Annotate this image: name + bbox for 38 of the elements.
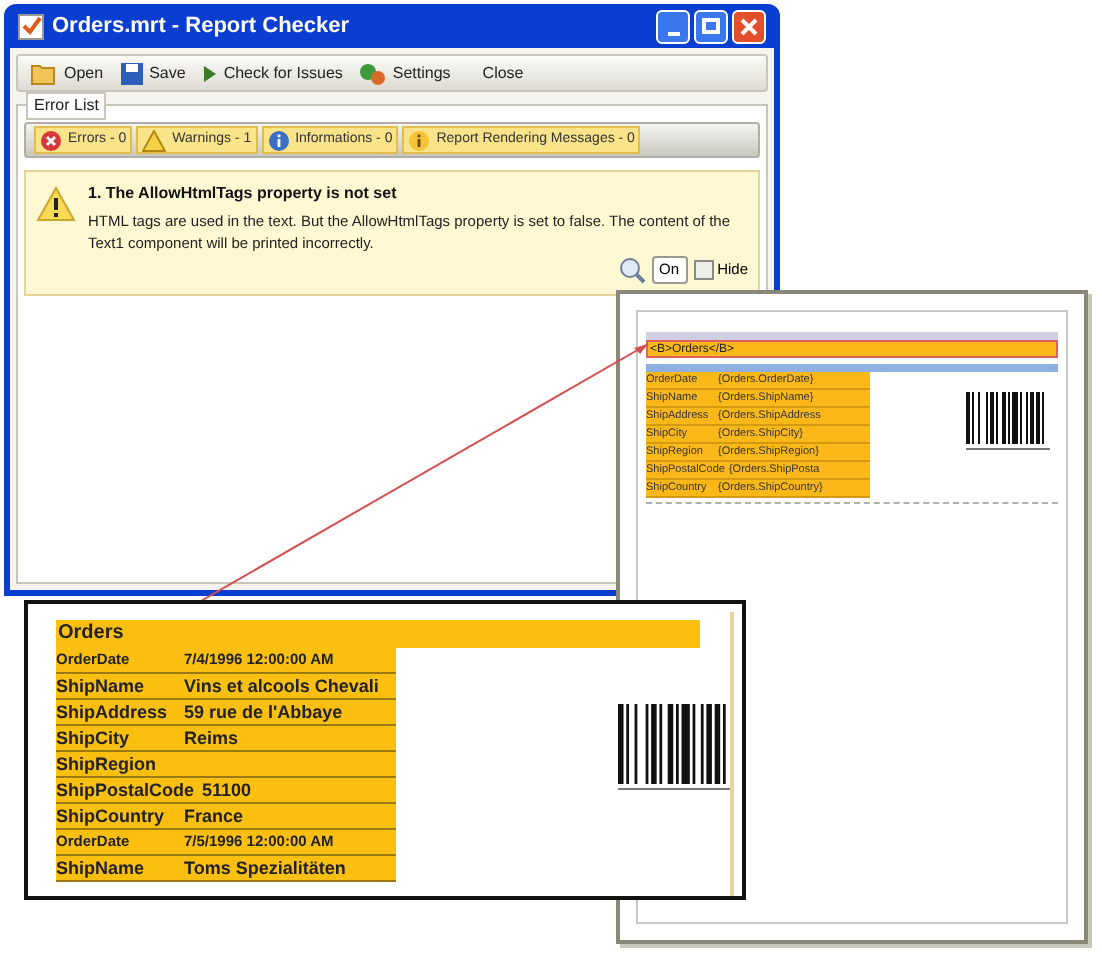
hide-checkbox[interactable] bbox=[693, 260, 714, 280]
barcode-icon bbox=[618, 704, 734, 792]
folder-icon bbox=[30, 61, 58, 85]
close-button[interactable] bbox=[732, 9, 766, 43]
info-icon bbox=[408, 129, 431, 151]
info-icon bbox=[267, 129, 290, 151]
play-icon bbox=[201, 63, 218, 83]
row-label: ShipRegion bbox=[56, 752, 158, 776]
save-toolbar-button[interactable]: Save bbox=[115, 61, 190, 85]
row-value: Vins et alcools Chevali bbox=[184, 674, 379, 698]
row-label: ShipCity bbox=[56, 726, 132, 750]
row-value: Reims bbox=[184, 726, 239, 750]
group-title: Error List bbox=[26, 92, 107, 120]
check-toolbar-button[interactable]: Check for Issues bbox=[197, 61, 347, 85]
magnifier-icon[interactable] bbox=[617, 256, 646, 284]
error-icon bbox=[40, 129, 62, 151]
close-icon bbox=[740, 17, 758, 35]
warning-icon bbox=[36, 186, 76, 222]
warning-title: 1. The AllowHtmlTags property is not set bbox=[88, 182, 399, 206]
warning-icon bbox=[142, 129, 167, 151]
row-label: ShipName bbox=[56, 674, 147, 698]
row-label: ShipName bbox=[56, 856, 147, 880]
row-label: ShipCountry bbox=[56, 804, 166, 828]
close-toolbar-button[interactable]: Close bbox=[478, 61, 528, 85]
row-value: Toms Spezialitäten bbox=[184, 856, 346, 880]
window-title: Orders.mrt - Report Checker bbox=[52, 11, 350, 42]
checkmark-icon bbox=[18, 13, 44, 39]
barcode-icon bbox=[966, 392, 1050, 452]
row-label: ShipAddress bbox=[56, 700, 170, 724]
open-toolbar-button[interactable]: Open bbox=[26, 61, 108, 85]
settings-toolbar-button[interactable]: Settings bbox=[354, 61, 455, 85]
row-value: 51100 bbox=[202, 778, 252, 802]
row-value: 59 rue de l'Abbaye bbox=[184, 700, 343, 724]
row-value: France bbox=[184, 804, 244, 828]
minimize-button[interactable] bbox=[656, 9, 690, 43]
preview-title: Orders bbox=[56, 620, 700, 648]
row-label: ShipPostalCode bbox=[56, 778, 197, 802]
maximize-button[interactable] bbox=[694, 9, 728, 43]
